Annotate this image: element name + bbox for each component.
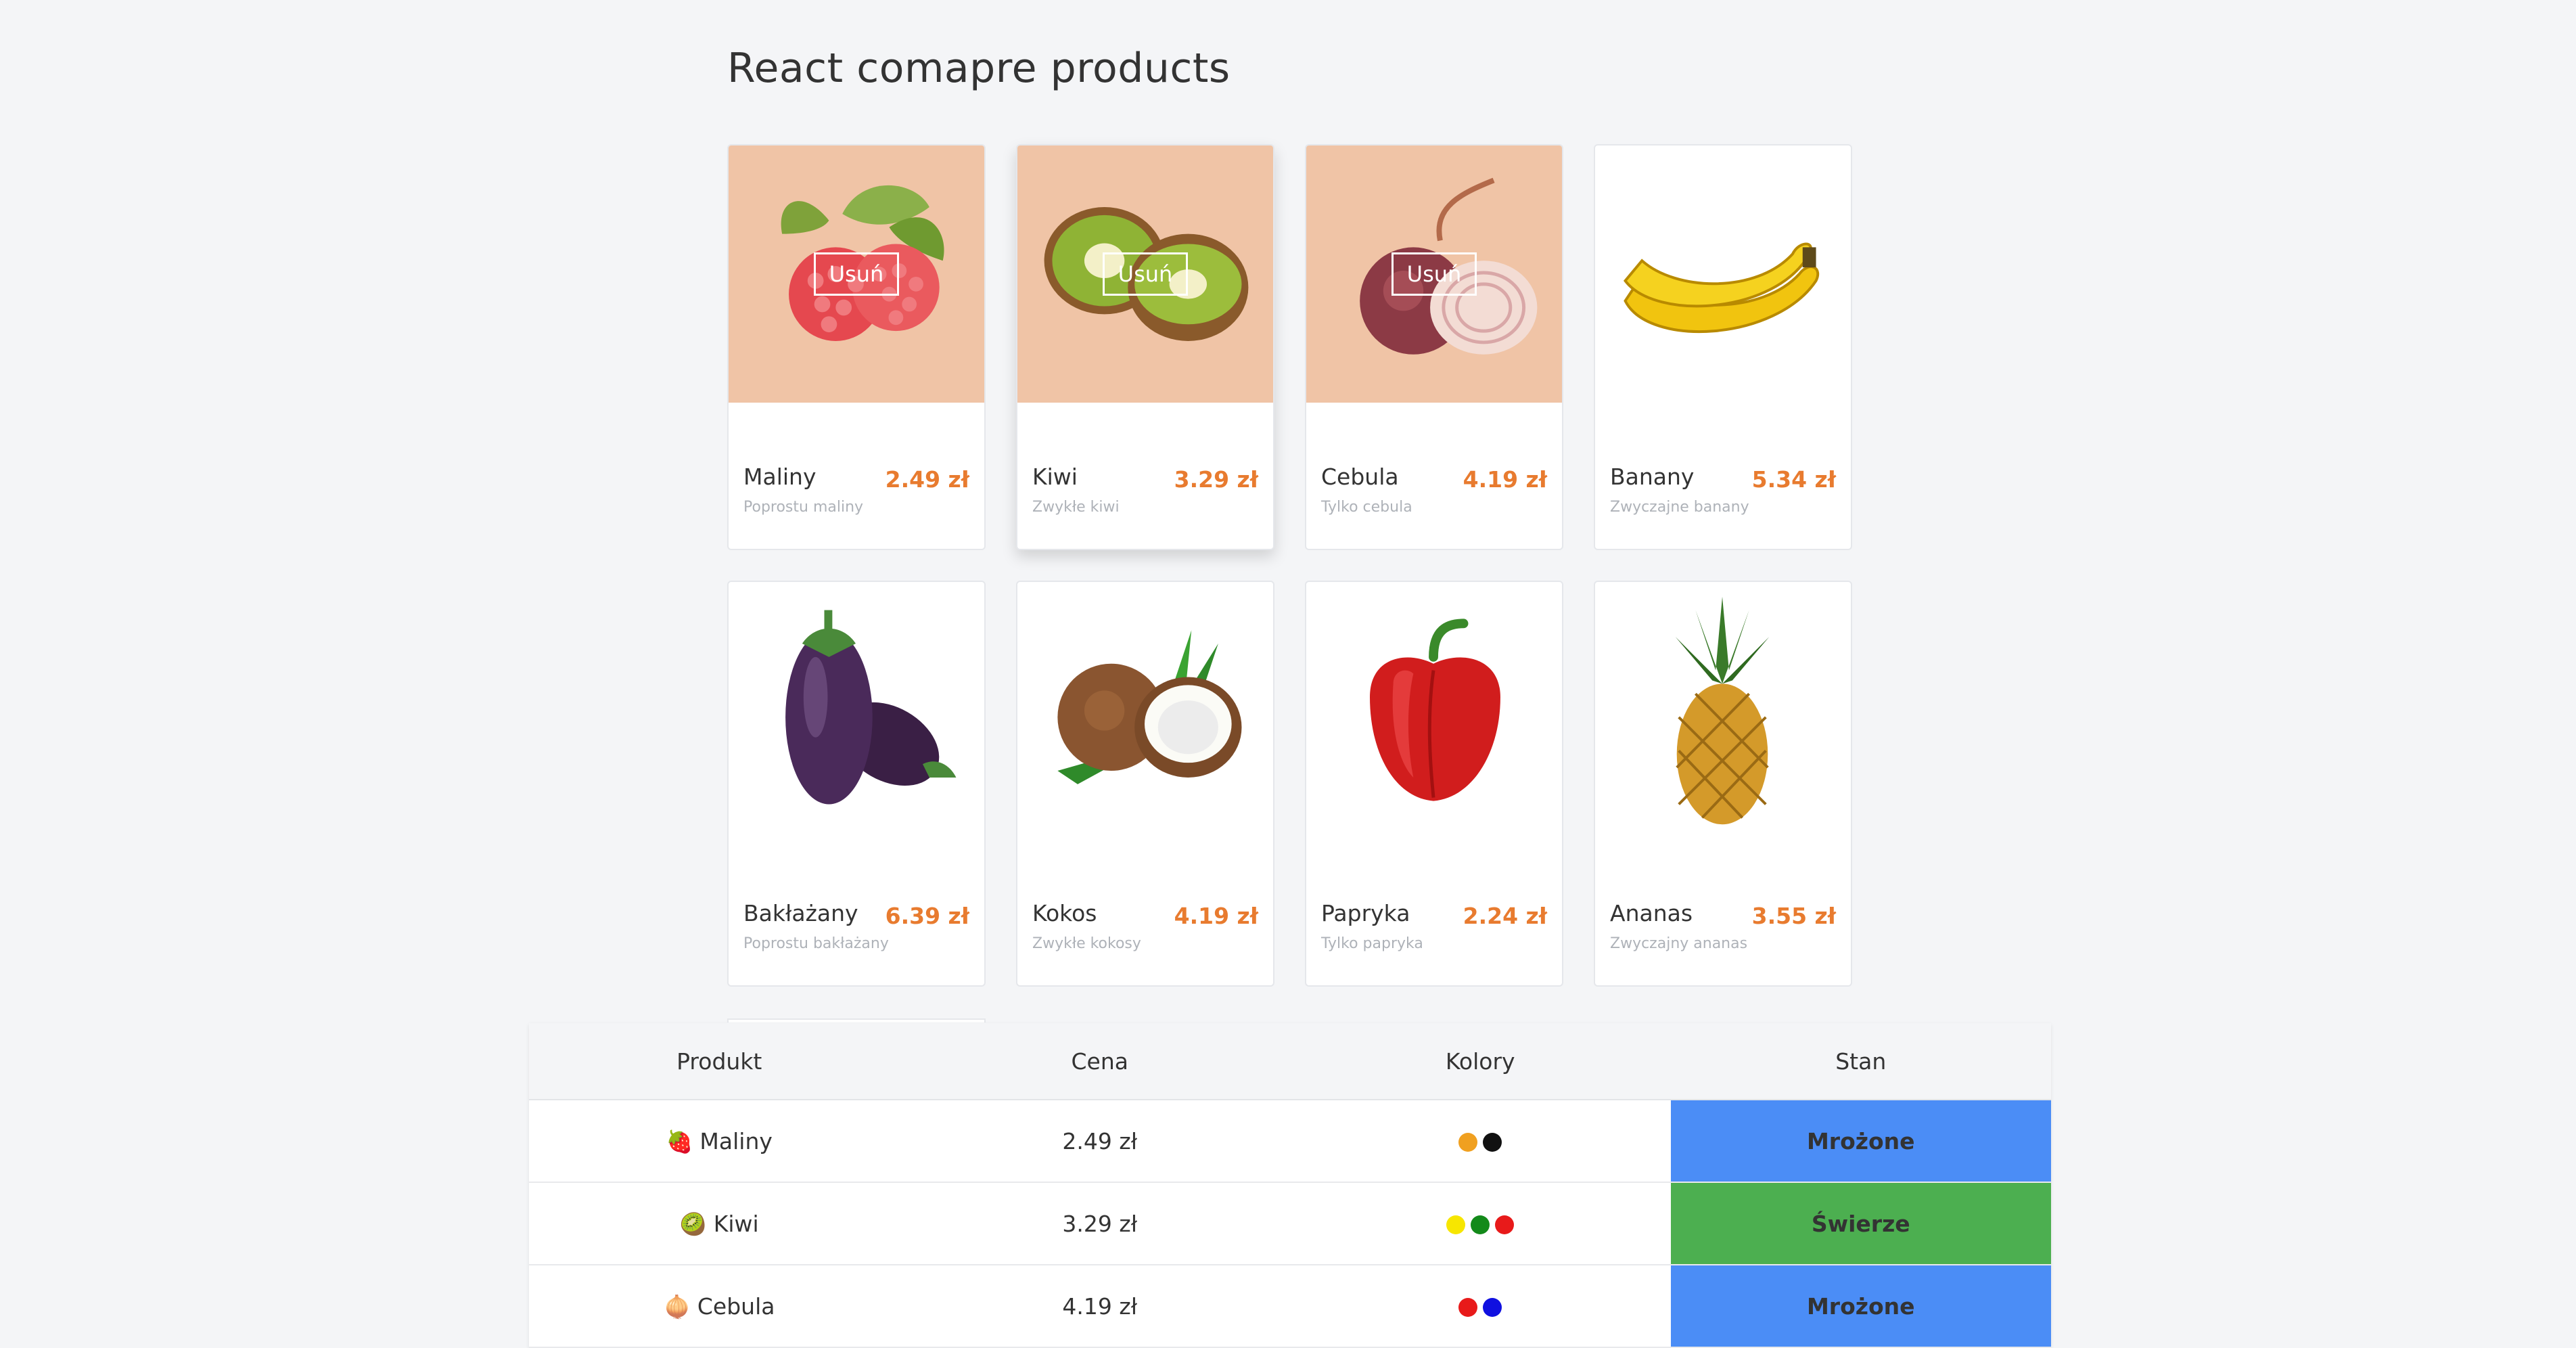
table-row: 🥝 Kiwi 3.29 zł Świerze bbox=[529, 1182, 2051, 1265]
product-card-partial bbox=[727, 1018, 986, 1023]
coconut-icon bbox=[1057, 630, 1242, 784]
pineapple-icon bbox=[1675, 596, 1770, 825]
product-description: Zwykłe kiwi bbox=[1032, 499, 1120, 516]
pepper-icon bbox=[1370, 619, 1500, 801]
color-dot bbox=[1483, 1298, 1502, 1317]
kiwi-icon: 🥝 bbox=[679, 1211, 707, 1237]
product-card-papryka[interactable]: Papryka 2.24 zł Tylko papryka bbox=[1305, 581, 1563, 987]
product-cell: 🧅 Cebula bbox=[529, 1265, 910, 1348]
raspberry-icon: 🍓 bbox=[666, 1128, 693, 1154]
price-cell: 3.29 zł bbox=[909, 1182, 1290, 1265]
product-image bbox=[1306, 582, 1562, 839]
product-description: Zwyczajny ananas bbox=[1610, 935, 1748, 952]
product-name: Ananas bbox=[1610, 900, 1693, 926]
colors-cell bbox=[1290, 1182, 1671, 1265]
comparison-table: Produkt Cena Kolory Stan 🍓 Maliny 2.49 zł… bbox=[529, 1023, 2051, 1348]
product-card-cebula[interactable]: Usuń Cebula 4.19 zł Tylko cebula bbox=[1305, 144, 1563, 550]
product-price: 4.19 zł bbox=[1174, 903, 1258, 929]
product-image bbox=[729, 582, 984, 839]
price-cell: 4.19 zł bbox=[909, 1265, 1290, 1348]
product-cell: 🥝 Kiwi bbox=[529, 1182, 910, 1265]
product-cell-label: Cebula bbox=[697, 1293, 775, 1320]
product-price: 4.19 zł bbox=[1463, 466, 1547, 493]
product-price: 6.39 zł bbox=[885, 903, 969, 929]
product-name: Banany bbox=[1610, 464, 1695, 490]
product-name: Bakłażany bbox=[743, 900, 858, 926]
remove-button[interactable]: Usuń bbox=[1392, 252, 1477, 296]
remove-button[interactable]: Usuń bbox=[814, 252, 899, 296]
product-name: Kiwi bbox=[1032, 464, 1078, 490]
product-card-baklazany[interactable]: Bakłażany 6.39 zł Poprostu bakłażany bbox=[727, 581, 986, 987]
header-cena: Cena bbox=[909, 1023, 1290, 1100]
product-price: 3.29 zł bbox=[1174, 466, 1258, 493]
state-cell: Świerze bbox=[1670, 1182, 2051, 1265]
product-image bbox=[1595, 582, 1851, 839]
table-row: 🧅 Cebula 4.19 zł Mrożone bbox=[529, 1265, 2051, 1348]
product-image bbox=[1017, 582, 1273, 839]
product-price: 3.55 zł bbox=[1751, 903, 1836, 929]
eggplant-icon bbox=[785, 610, 957, 805]
banana-icon bbox=[1624, 242, 1820, 333]
price-cell: 2.49 zł bbox=[909, 1100, 1290, 1183]
product-description: Zwyczajne banany bbox=[1610, 499, 1749, 516]
product-card-kiwi[interactable]: Usuń Kiwi 3.29 zł Zwykłe kiwi bbox=[1016, 144, 1274, 550]
product-cell-label: Maliny bbox=[699, 1127, 773, 1154]
product-description: Poprostu bakłażany bbox=[743, 935, 889, 952]
remove-button[interactable]: Usuń bbox=[1103, 252, 1188, 296]
product-name: Maliny bbox=[743, 464, 816, 490]
product-description: Zwykłe kokosy bbox=[1032, 935, 1141, 952]
page-title: React comapre products bbox=[727, 45, 1230, 92]
state-cell: Mrożone bbox=[1670, 1100, 2051, 1183]
colors-cell bbox=[1290, 1265, 1671, 1348]
onion-icon: 🧅 bbox=[664, 1293, 691, 1320]
product-price: 5.34 zł bbox=[1751, 466, 1836, 493]
color-dot bbox=[1495, 1215, 1515, 1234]
header-stan: Stan bbox=[1670, 1023, 2051, 1100]
product-image: Usuń bbox=[1017, 145, 1273, 403]
product-name: Cebula bbox=[1321, 464, 1399, 490]
product-image bbox=[1595, 145, 1851, 403]
color-dot bbox=[1458, 1298, 1478, 1317]
color-dot bbox=[1471, 1215, 1490, 1234]
table-row: 🍓 Maliny 2.49 zł Mrożone bbox=[529, 1100, 2051, 1183]
product-name: Kokos bbox=[1032, 900, 1097, 926]
color-dot bbox=[1458, 1133, 1478, 1152]
table-header-row: Produkt Cena Kolory Stan bbox=[529, 1023, 2051, 1100]
product-image: Usuń bbox=[729, 145, 984, 403]
product-card-maliny[interactable]: Usuń Maliny 2.49 zł Poprostu maliny bbox=[727, 144, 986, 550]
product-card-banany[interactable]: Banany 5.34 zł Zwyczajne banany bbox=[1594, 144, 1852, 550]
product-description: Tylko papryka bbox=[1321, 935, 1423, 952]
product-image: Usuń bbox=[1306, 145, 1562, 403]
product-description: Tylko cebula bbox=[1321, 499, 1412, 516]
product-price: 2.49 zł bbox=[885, 466, 969, 493]
state-cell: Mrożone bbox=[1670, 1265, 2051, 1348]
color-dot bbox=[1483, 1133, 1502, 1152]
color-dot bbox=[1446, 1215, 1466, 1234]
product-price: 2.24 zł bbox=[1463, 903, 1547, 929]
colors-cell bbox=[1290, 1100, 1671, 1183]
header-produkt: Produkt bbox=[529, 1023, 910, 1100]
product-description: Poprostu maliny bbox=[743, 499, 864, 516]
product-name: Papryka bbox=[1321, 900, 1410, 926]
header-kolory: Kolory bbox=[1290, 1023, 1671, 1100]
product-cell-label: Kiwi bbox=[713, 1210, 759, 1237]
product-card-kokos[interactable]: Kokos 4.19 zł Zwykłe kokosy bbox=[1016, 581, 1274, 987]
product-card-ananas[interactable]: Ananas 3.55 zł Zwyczajny ananas bbox=[1594, 581, 1852, 987]
product-cell: 🍓 Maliny bbox=[529, 1100, 910, 1183]
product-grid: Usuń Maliny 2.49 zł Poprostu maliny Usuń… bbox=[727, 144, 1853, 987]
